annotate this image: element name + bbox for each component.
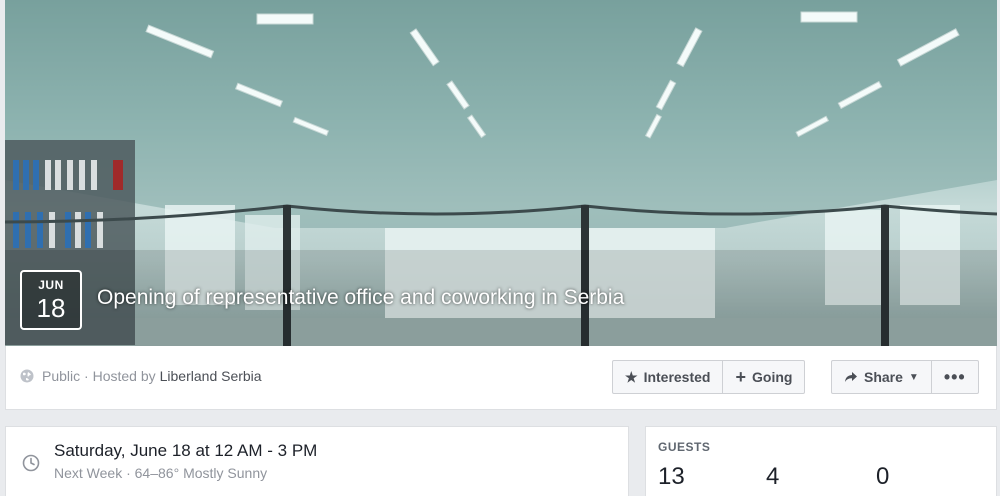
event-page: JUN 18 Opening of representative office …	[0, 0, 1000, 496]
event-title: Opening of representative office and cow…	[97, 286, 625, 309]
guests-card: GUESTS 13 4 0	[645, 426, 997, 496]
globe-icon	[20, 369, 34, 383]
share-label: Share	[864, 369, 903, 385]
event-privacy: Public · Hosted by Liberland Serbia	[20, 368, 262, 384]
share-arrow-icon	[845, 372, 857, 382]
hosted-by-label: · Hosted by	[84, 368, 156, 384]
event-info-bar: Public · Hosted by Liberland Serbia ★ In…	[5, 346, 997, 410]
guests-heading: GUESTS	[658, 440, 711, 454]
going-label: Going	[752, 369, 793, 385]
rsvp-button-group: ★ Interested + Going	[612, 360, 806, 394]
plus-icon: +	[735, 366, 746, 387]
caret-down-icon: ▼	[908, 371, 919, 383]
event-weather: Next Week · 64–86° Mostly Sunny	[54, 465, 268, 481]
share-button-group: Share ▼ •••	[831, 360, 979, 394]
event-cover-photo: JUN 18 Opening of representative office …	[5, 0, 997, 346]
interested-button[interactable]: ★ Interested	[613, 361, 722, 393]
guest-count-going[interactable]: 13	[658, 463, 685, 491]
guest-count-maybe[interactable]: 4	[766, 463, 779, 491]
privacy-label: Public	[42, 368, 81, 384]
more-options-button[interactable]: •••	[930, 361, 978, 393]
event-time-card: Saturday, June 18 at 12 AM - 3 PM Next W…	[5, 426, 629, 496]
interested-label: Interested	[643, 369, 711, 385]
share-button[interactable]: Share ▼	[832, 361, 931, 393]
host-link[interactable]: Liberland Serbia	[160, 368, 262, 384]
event-datetime[interactable]: Saturday, June 18 at 12 AM - 3 PM	[54, 441, 317, 461]
event-day: 18	[36, 293, 66, 323]
clock-icon	[22, 454, 40, 472]
guest-count-invited[interactable]: 0	[876, 463, 889, 491]
event-date-badge: JUN 18	[20, 270, 82, 330]
event-month: JUN	[38, 278, 64, 292]
star-icon: ★	[625, 368, 638, 385]
going-button[interactable]: + Going	[722, 361, 804, 393]
